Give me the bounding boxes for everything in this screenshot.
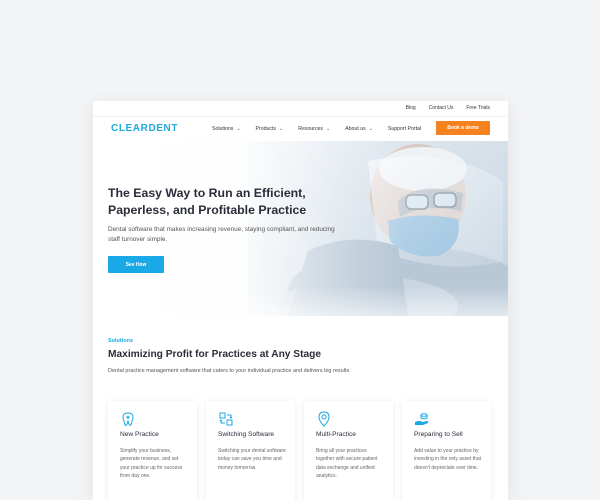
- switch-arrows-icon: [219, 412, 233, 426]
- blog-link[interactable]: Blog: [406, 105, 416, 111]
- free-trials-link[interactable]: Free Trials: [466, 105, 490, 111]
- card-title: Preparing to Sell: [414, 431, 463, 438]
- hero-subtitle: Dental software that makes increasing re…: [108, 226, 335, 243]
- card-title: New Practice: [120, 431, 159, 438]
- nav-item-label: Support Portal: [387, 126, 422, 132]
- tooth-heart-icon: [122, 412, 134, 426]
- nav-item-label: About us: [345, 126, 366, 132]
- see-how-button[interactable]: See How: [108, 256, 164, 273]
- card-switching-software[interactable]: Switching Software Switching your dental…: [206, 401, 295, 500]
- book-demo-button[interactable]: Book a demo: [436, 121, 490, 135]
- chevron-down-icon: ⌄: [236, 125, 241, 132]
- card-title: Multi-Practice: [316, 431, 356, 438]
- logo[interactable]: CLEARDENT: [111, 123, 178, 134]
- solutions-subtitle: Dental practice management software that…: [108, 368, 350, 374]
- card-description: Simplify your business, generate revenue…: [120, 448, 183, 480]
- utility-links: Blog Contact Us Free Trials: [406, 105, 490, 111]
- nav-item-label: Resources: [298, 126, 324, 132]
- nav-items: Solutions ⌄ Products ⌄ Resources ⌄ About…: [212, 126, 436, 132]
- nav-item-about-us[interactable]: About us ⌄: [345, 126, 373, 132]
- card-description: Add value to your practice by investing …: [414, 448, 481, 471]
- nav-item-label: Products: [255, 126, 277, 132]
- card-preparing-to-sell[interactable]: Preparing to Sell Add value to your prac…: [402, 401, 491, 500]
- solutions-eyebrow: Solutions: [108, 338, 134, 344]
- nav-item-support-portal[interactable]: Support Portal: [388, 126, 421, 132]
- chevron-down-icon: ⌄: [279, 125, 284, 132]
- solutions-title: Maximizing Profit for Practices at Any S…: [108, 349, 322, 360]
- chevron-down-icon: ⌄: [368, 125, 373, 132]
- solution-cards: New Practice Simplify your business, gen…: [108, 401, 491, 500]
- nav-item-resources[interactable]: Resources ⌄: [298, 126, 330, 132]
- location-pin-icon: [318, 411, 330, 427]
- card-new-practice[interactable]: New Practice Simplify your business, gen…: [108, 401, 197, 500]
- nav-item-products[interactable]: Products ⌄: [256, 126, 284, 132]
- browser-page: Blog Contact Us Free Trials CLEARDENT So…: [93, 101, 508, 500]
- hero: The Easy Way to Run an Efficient, Paperl…: [93, 141, 508, 316]
- nav-item-solutions[interactable]: Solutions ⌄: [212, 126, 241, 132]
- card-description: Bring all your practices together with s…: [316, 448, 378, 480]
- card-title: Switching Software: [218, 431, 275, 438]
- card-description: Switching your dental software today can…: [218, 448, 286, 471]
- utility-bar: Blog Contact Us Free Trials: [93, 101, 508, 117]
- contact-us-link[interactable]: Contact Us: [429, 105, 454, 111]
- nav-item-label: Solutions: [212, 126, 234, 132]
- hero-title: The Easy Way to Run an Efficient, Paperl…: [108, 186, 307, 217]
- card-multi-practice[interactable]: Multi-Practice Bring all your practices …: [304, 401, 393, 500]
- chevron-down-icon: ⌄: [326, 125, 331, 132]
- main-nav: CLEARDENT Solutions ⌄ Products ⌄ Resourc…: [93, 117, 508, 141]
- hand-coins-icon: [415, 413, 429, 425]
